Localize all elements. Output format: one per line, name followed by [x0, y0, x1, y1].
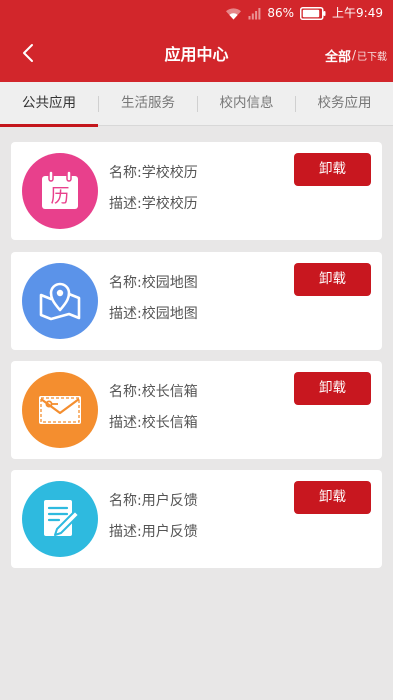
feedback-icon[interactable] — [22, 481, 98, 557]
uninstall-button[interactable]: 卸载 — [294, 263, 371, 296]
filter-all-button[interactable]: 全部 — [325, 46, 351, 65]
mailbox-icon[interactable] — [22, 372, 98, 448]
active-tab-indicator — [0, 124, 98, 127]
filter-separator: / — [351, 48, 356, 62]
app-name: 名称:校长信箱 — [109, 384, 198, 400]
uninstall-button[interactable]: 卸载 — [294, 153, 371, 186]
calendar-icon-text: 历 — [50, 185, 69, 207]
tab-public-apps[interactable]: 公共应用 — [0, 82, 98, 127]
tab-campus-info[interactable]: 校内信息 — [198, 82, 295, 126]
uninstall-button[interactable]: 卸载 — [294, 372, 371, 405]
tab-label: 校内信息 — [219, 95, 274, 111]
filter-toggle: 全部 / 已下载 — [325, 28, 387, 82]
app-name: 名称:校园地图 — [109, 275, 198, 291]
app-name: 名称:学校校历 — [109, 165, 198, 181]
app-description: 描述:用户反馈 — [109, 524, 198, 540]
calendar-icon[interactable]: 历 — [22, 153, 98, 229]
wifi-icon — [225, 7, 242, 20]
app-card-feedback: 名称:用户反馈 描述:用户反馈 卸载 — [11, 470, 382, 568]
tab-label: 校务应用 — [317, 95, 372, 111]
battery-percent: 86% — [267, 6, 295, 20]
app-bar: 应用中心 全部 / 已下载 — [0, 28, 393, 82]
app-description: 描述:校长信箱 — [109, 415, 198, 431]
chevron-left-icon — [21, 43, 35, 67]
tab-school-affairs[interactable]: 校务应用 — [296, 82, 393, 126]
filter-downloaded-button[interactable]: 已下载 — [357, 48, 387, 63]
tab-label: 公共应用 — [22, 95, 76, 111]
signal-icon — [248, 7, 261, 20]
clock: 上午9:49 — [332, 6, 383, 20]
app-card-map: 名称:校园地图 描述:校园地图 卸载 — [11, 252, 382, 350]
app-card-calendar: 历 名称:学校校历 描述:学校校历 卸载 — [11, 142, 382, 240]
app-description: 描述:学校校历 — [109, 196, 198, 212]
app-card-mailbox: 名称:校长信箱 描述:校长信箱 卸载 — [11, 361, 382, 459]
map-icon[interactable] — [22, 263, 98, 339]
tab-label: 生活服务 — [121, 95, 175, 111]
battery-icon — [300, 6, 326, 20]
uninstall-button[interactable]: 卸载 — [294, 481, 371, 514]
status-bar: 86% 上午9:49 — [0, 0, 393, 28]
status-indicators: 86% 上午9:49 — [225, 5, 383, 21]
back-button[interactable] — [14, 41, 42, 69]
app-name: 名称:用户反馈 — [109, 493, 198, 509]
category-tabs: 公共应用 生活服务 校内信息 校务应用 — [0, 82, 393, 127]
app-description: 描述:校园地图 — [109, 306, 198, 322]
tab-life-services[interactable]: 生活服务 — [99, 82, 197, 126]
